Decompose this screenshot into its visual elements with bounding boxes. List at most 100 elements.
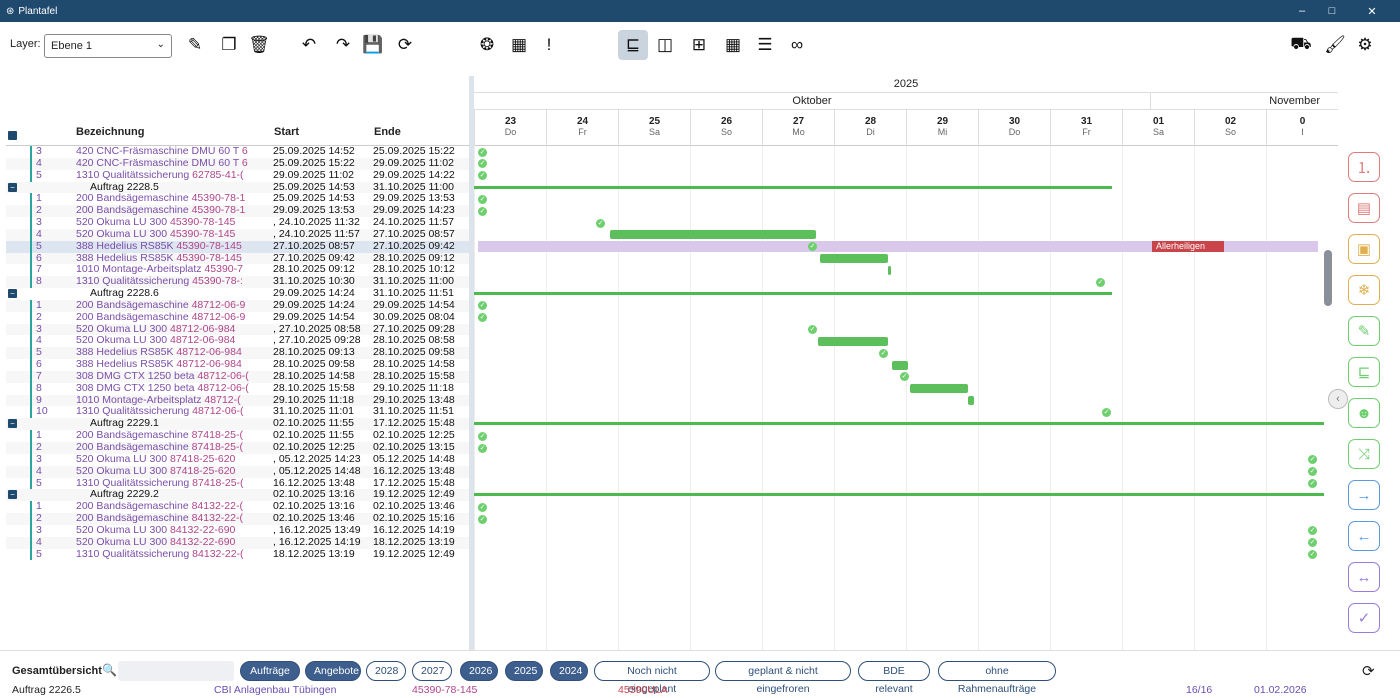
table-row[interactable]: 4 420 CNC-Fräsmaschine DMU 60 T 6 25.09.20… bbox=[6, 157, 470, 170]
shuffle-icon[interactable]: ⤨ bbox=[1348, 439, 1380, 469]
arrow-right-icon[interactable]: → bbox=[1348, 480, 1380, 510]
col-start[interactable]: Start bbox=[274, 126, 299, 138]
milestone-icon[interactable]: ✓ bbox=[1308, 455, 1317, 465]
person-icon[interactable]: ☻ bbox=[1348, 398, 1380, 428]
task-bar[interactable] bbox=[818, 336, 888, 346]
order-span-bar[interactable] bbox=[474, 493, 1324, 497]
task-bar-thin[interactable] bbox=[888, 265, 891, 275]
refresh-icon[interactable]: ⟳ bbox=[390, 30, 420, 60]
filter-chip[interactable]: Angebote bbox=[305, 661, 361, 681]
milestone-icon[interactable]: ✓ bbox=[478, 147, 487, 157]
exclamation-icon[interactable]: ! bbox=[534, 30, 564, 60]
glasses-icon[interactable]: ∞ bbox=[782, 30, 812, 60]
save-icon[interactable]: 💾 bbox=[358, 30, 388, 60]
collapse-all-icon[interactable] bbox=[8, 131, 17, 140]
milestone-icon[interactable]: ✓ bbox=[1308, 479, 1317, 489]
undo-icon[interactable]: ↶ bbox=[294, 30, 324, 60]
milestone-icon[interactable]: ✓ bbox=[1308, 467, 1317, 477]
collapse-icon[interactable]: − bbox=[8, 419, 17, 429]
briefcase-icon[interactable]: ▣ bbox=[1348, 234, 1380, 264]
gantt-icon[interactable]: ⊑ bbox=[1348, 357, 1380, 387]
brain-icon[interactable]: ❂ bbox=[472, 30, 502, 60]
milestone-icon[interactable]: ✓ bbox=[808, 325, 817, 335]
table-row[interactable]: 8 308 DMG CTX 1250 beta 48712-06-(28.10.2… bbox=[6, 382, 470, 395]
filter-chip[interactable]: geplant & nicht eingefroren bbox=[715, 661, 851, 695]
table-row[interactable]: 5 388 Hedelius RS85K 45390-78-145 27.10.20… bbox=[6, 240, 470, 253]
milestone-icon[interactable]: ✓ bbox=[1096, 277, 1105, 287]
car-icon[interactable]: ⛟ bbox=[1286, 30, 1316, 60]
filter-chip[interactable]: 2026 bbox=[460, 661, 498, 681]
table-icon[interactable]: ▤ bbox=[1348, 193, 1380, 223]
milestone-icon[interactable]: ✓ bbox=[478, 514, 487, 524]
table-row[interactable]: 4 520 Okuma LU 300 87418-25-620 , 05.12.20… bbox=[6, 465, 470, 478]
snowflake-icon[interactable]: ❄ bbox=[1348, 275, 1380, 305]
milestone-icon[interactable]: ✓ bbox=[478, 159, 487, 169]
table-row[interactable]: 1 200 Bandsägemaschine 48712-06-9 29.09.20… bbox=[6, 299, 470, 312]
layer-select[interactable]: Ebene 1 ⌄ bbox=[44, 34, 172, 58]
minimize-button[interactable]: – bbox=[1290, 0, 1314, 22]
milestone-icon[interactable]: ✓ bbox=[478, 313, 487, 323]
milestone-icon[interactable]: ✓ bbox=[478, 431, 487, 441]
table-row[interactable]: 5 1310 Qualitätssicherung 62785-41-(29.09… bbox=[6, 169, 470, 182]
brush-icon[interactable]: 🖌 bbox=[1320, 30, 1350, 60]
search-input[interactable] bbox=[118, 661, 234, 681]
filter-chip[interactable]: 2024 bbox=[550, 661, 588, 681]
milestone-icon[interactable]: ✓ bbox=[596, 218, 605, 228]
task-bar[interactable] bbox=[892, 360, 908, 370]
milestone-icon[interactable]: ✓ bbox=[478, 206, 487, 216]
copy-icon[interactable]: ❐ bbox=[214, 30, 244, 60]
order-span-bar[interactable] bbox=[474, 185, 1112, 189]
milestone-icon[interactable]: ✓ bbox=[879, 348, 888, 358]
vertical-scrollbar-thumb[interactable] bbox=[1324, 250, 1332, 306]
table-row[interactable]: 4 520 Okuma LU 300 84132-22-690 , 16.12.20… bbox=[6, 536, 470, 549]
col-bezeichnung[interactable]: Bezeichnung bbox=[76, 126, 144, 138]
filter-chip[interactable]: 2028 bbox=[366, 661, 406, 681]
table-row[interactable]: 3 520 Okuma LU 300 84132-22-690 , 16.12.20… bbox=[6, 524, 470, 537]
list-numbered-icon[interactable]: ⒈ bbox=[1348, 152, 1380, 182]
filter-chip[interactable]: ohne Rahmenaufträge bbox=[938, 661, 1056, 695]
grid-view-icon[interactable]: ⊞ bbox=[684, 30, 714, 60]
table-row[interactable]: 3 520 Okuma LU 300 87418-25-620 , 05.12.20… bbox=[6, 453, 470, 466]
milestone-icon[interactable]: ✓ bbox=[1102, 407, 1111, 417]
arrow-left-icon[interactable]: ← bbox=[1348, 521, 1380, 551]
pencil-icon[interactable]: ✎ bbox=[1348, 316, 1380, 346]
task-bar[interactable] bbox=[610, 230, 816, 240]
filter-chip[interactable]: Aufträge bbox=[240, 661, 300, 681]
task-bar[interactable] bbox=[968, 396, 974, 406]
order-span-bar[interactable] bbox=[474, 422, 1324, 426]
trash-icon[interactable]: 🗑 bbox=[244, 30, 274, 60]
gantt-view-icon[interactable]: ⊑ bbox=[618, 30, 648, 60]
expand-icon[interactable]: ↔ bbox=[1348, 562, 1380, 592]
milestone-icon[interactable]: ✓ bbox=[1308, 538, 1317, 548]
settings-icon[interactable]: ⚙ bbox=[1350, 30, 1380, 60]
task-bar[interactable] bbox=[820, 254, 888, 264]
maximize-button[interactable]: □ bbox=[1320, 0, 1344, 22]
milestone-icon[interactable]: ✓ bbox=[478, 194, 487, 204]
milestone-icon[interactable]: ✓ bbox=[478, 301, 487, 311]
filter-chip[interactable]: 2025 bbox=[505, 661, 543, 681]
check-icon[interactable]: ✓ bbox=[1348, 603, 1380, 633]
pencil-icon[interactable]: ✎ bbox=[180, 30, 210, 60]
chevron-left-icon[interactable]: ‹ bbox=[1328, 389, 1348, 409]
filter-chip[interactable]: 2027 bbox=[412, 661, 452, 681]
collapse-icon[interactable]: − bbox=[8, 182, 17, 192]
filter-chip[interactable]: BDE relevant bbox=[858, 661, 930, 695]
table-row[interactable]: 7 308 DMG CTX 1250 beta 48712-06-(28.10.2… bbox=[6, 370, 470, 383]
table-view-icon[interactable]: ▦ bbox=[718, 30, 748, 60]
milestone-icon[interactable]: ✓ bbox=[1308, 550, 1317, 560]
milestone-icon[interactable]: ✓ bbox=[478, 443, 487, 453]
milestone-icon[interactable]: ✓ bbox=[1308, 526, 1317, 536]
collapse-icon[interactable]: − bbox=[8, 490, 17, 500]
table-row[interactable]: 2 200 Bandsägemaschine 48712-06-9 29.09.20… bbox=[6, 311, 470, 324]
collapse-icon[interactable]: − bbox=[8, 289, 17, 299]
refresh-icon-bottom[interactable]: ⟳ bbox=[1362, 662, 1375, 680]
list-view-icon[interactable]: ☰ bbox=[750, 30, 780, 60]
milestone-icon[interactable]: ✓ bbox=[900, 372, 909, 382]
table-row[interactable]: 4 520 Okuma LU 300 45390-78-145 , 24.10.20… bbox=[6, 228, 470, 241]
milestone-icon[interactable]: ✓ bbox=[478, 502, 487, 512]
task-bar[interactable] bbox=[910, 384, 968, 394]
redo-icon[interactable]: ↷ bbox=[328, 30, 358, 60]
close-button[interactable]: ✕ bbox=[1360, 0, 1384, 22]
col-ende[interactable]: Ende bbox=[374, 126, 401, 138]
table-row[interactable]: 5 1310 Qualitätssicherung 84132-22-(18.12… bbox=[6, 548, 470, 561]
